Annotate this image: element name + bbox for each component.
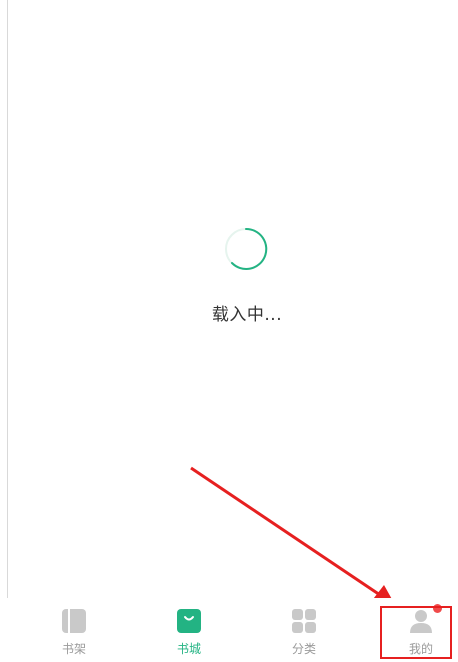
tab-bookstore-label: 书城 xyxy=(176,642,201,656)
annotation-arrow xyxy=(190,466,398,610)
window-left-edge xyxy=(7,0,8,662)
tab-category[interactable]: 分类 xyxy=(254,598,354,662)
tab-bookshelf[interactable]: 书架 xyxy=(24,598,124,662)
loading-spinner-icon xyxy=(225,227,268,270)
loading-indicator xyxy=(0,226,458,272)
tab-category-label: 分类 xyxy=(291,642,316,656)
bookshelf-icon xyxy=(62,609,86,633)
category-grid-icon xyxy=(292,609,316,633)
loading-text: 载入中... xyxy=(211,305,283,325)
tab-bookstore[interactable]: 书城 xyxy=(139,598,239,662)
bookstore-bag-icon xyxy=(177,609,201,633)
annotation-highlight-box xyxy=(380,606,452,659)
tab-bookshelf-label: 书架 xyxy=(61,642,86,656)
